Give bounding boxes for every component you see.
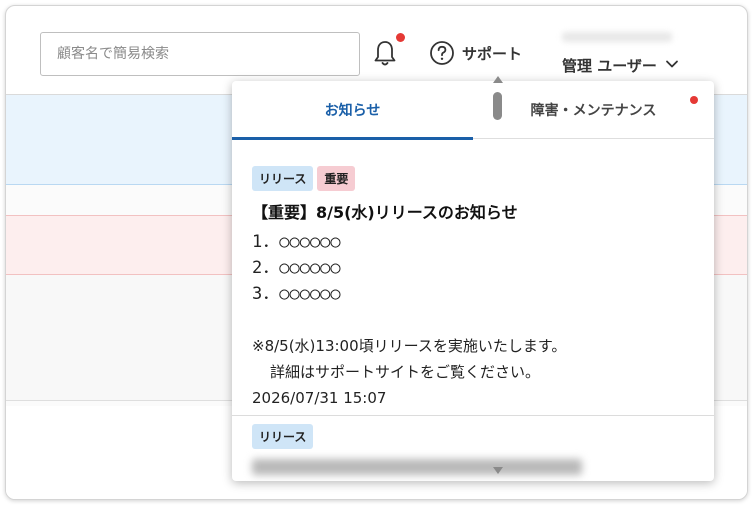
bell-icon[interactable]: [372, 38, 398, 68]
list-item[interactable]: リリース: [252, 424, 702, 475]
notice-note: ※8/5(水)13:00頃リリースを実施いたします。 詳細はサポートサイトをご覧…: [252, 333, 702, 385]
scroll-down-arrow-icon[interactable]: [493, 467, 503, 474]
badge-release: リリース: [252, 166, 314, 191]
user-account-blurred: [562, 32, 672, 42]
scroll-up-arrow-icon[interactable]: [493, 76, 503, 83]
tab-maintenance-label: 障害・メンテナンス: [530, 103, 657, 119]
notification-popup: お知らせ 障害・メンテナンス リリース 重要 【重要】8/5(水)リリースのお知…: [232, 81, 714, 481]
list-item[interactable]: リリース 重要 【重要】8/5(水)リリースのお知らせ 1．○○○○○○ 2．○…: [252, 166, 702, 411]
app-window: サポート 管理 ユーザー お知らせ 障害・メンテナンス リリース 重要: [5, 5, 748, 500]
user-name: 管理 ユーザー: [562, 57, 657, 75]
notice-title: 【重要】8/5(水)リリースのお知らせ: [252, 203, 518, 222]
badge-release: リリース: [252, 424, 314, 449]
notice-note-line: 詳細はサポートサイトをご覧ください。: [270, 363, 541, 381]
scrollbar-thumb[interactable]: [493, 92, 502, 120]
support-label: サポート: [462, 44, 523, 63]
user-menu[interactable]: 管理 ユーザー: [562, 32, 679, 76]
popup-scrollbar[interactable]: [490, 74, 504, 476]
notification-dot: [690, 96, 698, 104]
question-circle-icon: [430, 41, 454, 65]
divider: [232, 415, 714, 416]
badge-group: リリース 重要: [252, 166, 702, 191]
chevron-down-icon: [666, 60, 678, 68]
tab-notices[interactable]: お知らせ: [232, 81, 473, 140]
notice-line: 2．○○○○○○: [252, 258, 341, 278]
notification-dot: [396, 33, 405, 42]
notice-line: 1．○○○○○○: [252, 232, 341, 252]
notice-note-line: ※8/5(水)13:00頃リリースを実施いたします。: [252, 337, 567, 355]
popup-tabs: お知らせ 障害・メンテナンス: [232, 81, 714, 140]
notice-date: 2026/07/31 15:07: [252, 389, 387, 407]
tab-notices-label: お知らせ: [324, 103, 381, 119]
notice-body-list: 1．○○○○○○ 2．○○○○○○ 3．○○○○○○: [252, 229, 702, 307]
notice-line: 3．○○○○○○: [252, 284, 341, 304]
notice-title-blurred: [252, 459, 582, 475]
search-input[interactable]: [40, 32, 360, 76]
support-link[interactable]: サポート: [429, 39, 522, 67]
badge-important: 重要: [317, 166, 356, 191]
tab-maintenance[interactable]: 障害・メンテナンス: [473, 81, 714, 139]
notice-list[interactable]: リリース 重要 【重要】8/5(水)リリースのお知らせ 1．○○○○○○ 2．○…: [232, 140, 714, 481]
badge-group: リリース: [252, 424, 702, 449]
